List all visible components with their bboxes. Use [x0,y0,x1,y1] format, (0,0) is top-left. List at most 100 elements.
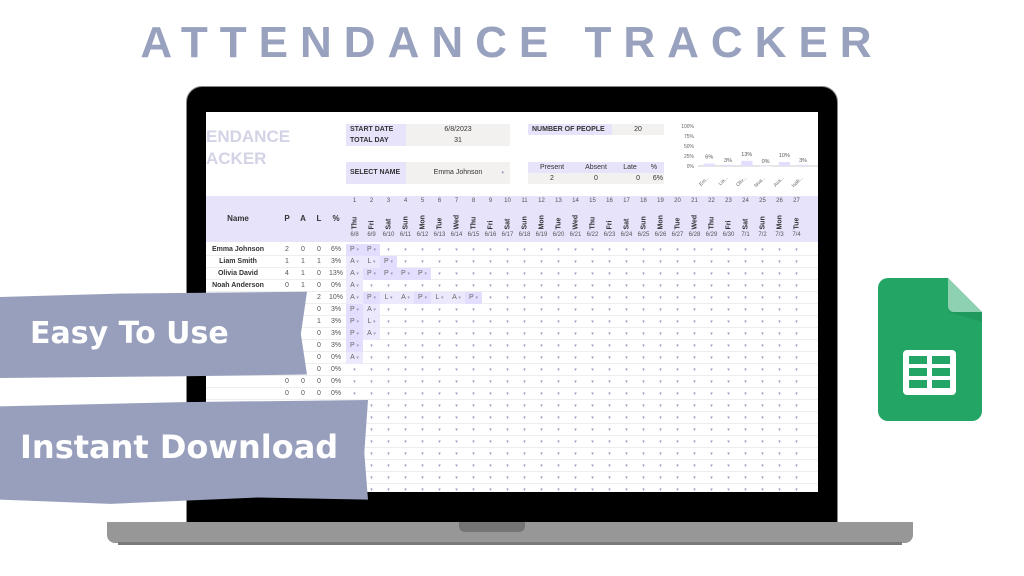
attendance-dropdown[interactable]: ▾ [516,328,533,340]
attendance-dropdown[interactable]: ▾ [567,268,584,280]
attendance-dropdown[interactable]: ▾ [533,376,550,388]
attendance-dropdown[interactable]: ▾ [618,472,635,484]
attendance-dropdown[interactable]: ▾ [788,292,805,304]
attendance-dropdown[interactable]: ▾ [584,268,601,280]
attendance-dropdown[interactable]: ▾ [567,280,584,292]
attendance-dropdown[interactable]: ▾ [635,472,652,484]
attendance-dropdown[interactable]: ▾ [703,460,720,472]
attendance-dropdown[interactable]: ▾ [550,376,567,388]
attendance-dropdown[interactable]: ▾ [465,388,482,400]
attendance-dropdown[interactable]: ▾ [754,340,771,352]
attendance-dropdown[interactable]: ▾ [448,448,465,460]
attendance-dropdown[interactable]: ▾ [567,376,584,388]
attendance-dropdown[interactable]: ▾ [380,448,397,460]
attendance-dropdown[interactable]: ▾ [550,316,567,328]
attendance-dropdown[interactable]: ▾ [669,388,686,400]
attendance-dropdown[interactable]: ▾ [720,376,737,388]
attendance-dropdown[interactable]: ▾ [397,388,414,400]
attendance-dropdown[interactable]: ▾ [703,328,720,340]
attendance-dropdown[interactable]: ▾ [618,340,635,352]
attendance-dropdown[interactable]: ▾ [737,328,754,340]
attendance-dropdown[interactable]: ▾ [448,244,465,256]
attendance-dropdown[interactable]: ▾ [380,364,397,376]
attendance-dropdown[interactable]: ▾ [584,304,601,316]
attendance-dropdown[interactable]: P ▾ [414,268,431,280]
attendance-dropdown[interactable]: ▾ [669,340,686,352]
attendance-dropdown[interactable]: ▾ [686,448,703,460]
attendance-dropdown[interactable]: ▾ [652,436,669,448]
attendance-dropdown[interactable]: ▾ [737,340,754,352]
attendance-dropdown[interactable]: ▾ [737,412,754,424]
attendance-dropdown[interactable]: ▾ [499,412,516,424]
attendance-dropdown[interactable]: ▾ [720,472,737,484]
attendance-dropdown[interactable]: ▾ [346,364,363,376]
attendance-dropdown[interactable]: ▾ [431,460,448,472]
attendance-dropdown[interactable]: ▾ [431,472,448,484]
attendance-dropdown[interactable]: ▾ [397,244,414,256]
attendance-dropdown[interactable]: ▾ [754,424,771,436]
attendance-dropdown[interactable]: ▾ [516,316,533,328]
attendance-dropdown[interactable]: ▾ [771,316,788,328]
attendance-dropdown[interactable]: ▾ [652,388,669,400]
attendance-dropdown[interactable]: ▾ [397,460,414,472]
attendance-dropdown[interactable]: ▾ [465,364,482,376]
attendance-dropdown[interactable]: ▾ [584,376,601,388]
attendance-dropdown[interactable]: ▾ [669,328,686,340]
attendance-dropdown[interactable]: ▾ [618,352,635,364]
attendance-dropdown[interactable]: ▾ [550,424,567,436]
attendance-dropdown[interactable]: ▾ [584,244,601,256]
attendance-dropdown[interactable]: ▾ [516,424,533,436]
attendance-dropdown[interactable]: ▾ [720,340,737,352]
attendance-dropdown[interactable]: ▾ [499,244,516,256]
attendance-dropdown[interactable]: ▾ [567,364,584,376]
attendance-dropdown[interactable]: ▾ [431,400,448,412]
attendance-dropdown[interactable]: ▾ [465,472,482,484]
attendance-dropdown[interactable]: ▾ [618,424,635,436]
attendance-dropdown[interactable]: ▾ [771,460,788,472]
attendance-dropdown[interactable]: ▾ [482,484,499,492]
attendance-dropdown[interactable]: ▾ [482,340,499,352]
attendance-dropdown[interactable]: ▾ [635,352,652,364]
attendance-dropdown[interactable]: L ▾ [380,292,397,304]
attendance-dropdown[interactable]: ▾ [601,352,618,364]
attendance-dropdown[interactable]: ▾ [601,472,618,484]
attendance-dropdown[interactable]: ▾ [584,316,601,328]
attendance-dropdown[interactable]: ▾ [516,448,533,460]
attendance-dropdown[interactable]: ▾ [465,256,482,268]
attendance-dropdown[interactable]: ▾ [618,280,635,292]
attendance-dropdown[interactable]: ▾ [601,436,618,448]
attendance-dropdown[interactable]: ▾ [584,460,601,472]
attendance-dropdown[interactable]: ▾ [499,352,516,364]
select-name-dropdown[interactable]: Emma Johnson ▾ [406,162,510,184]
attendance-dropdown[interactable]: ▾ [380,304,397,316]
attendance-dropdown[interactable]: ▾ [737,304,754,316]
attendance-dropdown[interactable]: ▾ [635,268,652,280]
attendance-dropdown[interactable]: ▾ [448,364,465,376]
attendance-dropdown[interactable]: ▾ [414,316,431,328]
attendance-dropdown[interactable]: ▾ [737,436,754,448]
attendance-dropdown[interactable]: ▾ [533,256,550,268]
attendance-dropdown[interactable]: ▾ [567,316,584,328]
attendance-dropdown[interactable]: ▾ [567,328,584,340]
attendance-dropdown[interactable]: ▾ [516,268,533,280]
attendance-dropdown[interactable]: ▾ [448,412,465,424]
attendance-dropdown[interactable]: ▾ [414,460,431,472]
attendance-dropdown[interactable]: ▾ [567,460,584,472]
attendance-dropdown[interactable]: P ▾ [380,256,397,268]
attendance-dropdown[interactable]: ▾ [499,388,516,400]
attendance-dropdown[interactable]: ▾ [669,292,686,304]
attendance-dropdown[interactable]: ▾ [771,244,788,256]
attendance-dropdown[interactable]: ▾ [499,400,516,412]
attendance-dropdown[interactable]: ▾ [771,328,788,340]
attendance-dropdown[interactable]: ▾ [703,484,720,492]
attendance-dropdown[interactable]: ▾ [618,388,635,400]
attendance-dropdown[interactable]: ▾ [703,340,720,352]
attendance-dropdown[interactable]: ▾ [584,436,601,448]
attendance-dropdown[interactable]: ▾ [601,328,618,340]
attendance-dropdown[interactable]: ▾ [397,472,414,484]
attendance-dropdown[interactable]: ▾ [669,424,686,436]
attendance-dropdown[interactable]: ▾ [431,304,448,316]
attendance-dropdown[interactable]: ▾ [550,436,567,448]
attendance-dropdown[interactable]: L ▾ [431,292,448,304]
attendance-dropdown[interactable]: ▾ [465,376,482,388]
